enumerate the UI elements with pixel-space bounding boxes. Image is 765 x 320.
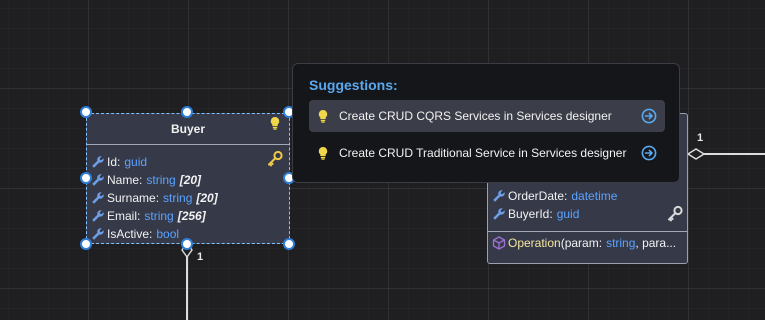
attribute-type: string [146,173,176,187]
order-operation-row[interactable]: Operation(param: string, para... [488,234,676,252]
arrow-circle-icon[interactable] [641,108,657,124]
cube-icon [492,236,506,250]
buyer-multiplicity-label: 1 [197,251,204,263]
order-attribute-row[interactable]: OrderDate: datetime [488,187,617,205]
buyer-attribute-row[interactable]: Surname: string [20] [87,189,289,207]
order-association-line[interactable] [703,153,765,155]
wrench-icon [493,208,505,220]
operation-param-name: param [564,236,599,250]
attribute-name: Email [107,209,138,223]
attribute-name: Name [107,173,140,187]
wrench-icon [92,156,104,168]
lightbulb-icon [318,110,328,123]
attribute-colon: : [149,227,153,241]
wrench-icon [92,192,104,204]
attribute-colon: : [137,209,141,223]
order-attribute-row[interactable]: BuyerId: guid [488,205,579,223]
attribute-colon: : [564,189,568,203]
attribute-name: Surname [107,191,156,205]
lightbulb-icon[interactable] [269,116,281,130]
attribute-type: string [144,209,174,223]
suggestion-label: Create CRUD CQRS Services in Services de… [339,109,612,123]
resize-handle-bottom-right[interactable] [283,238,295,250]
resize-handle-middle-left[interactable] [80,172,92,184]
wrench-icon [92,228,104,240]
suggestion-item[interactable]: Create CRUD CQRS Services in Services de… [309,100,665,132]
attribute-size: [20] [179,173,202,187]
buyer-attribute-list: Id: guid Name: string [20] Surname: stri… [87,145,289,243]
buyer-association-line[interactable] [186,250,188,320]
resize-handle-top-left[interactable] [80,106,92,118]
key-icon [268,150,283,167]
attribute-name: Id [107,155,118,169]
attribute-name: IsActive [107,227,150,241]
key-icon [668,205,683,222]
suggestions-popup: Suggestions: Create CRUD CQRS Services i… [292,63,680,183]
suggestions-title: Suggestions: [309,77,398,93]
buyer-attribute-row[interactable]: Email: string [256] [87,207,289,225]
operation-colon: : [598,236,603,250]
attribute-colon: : [549,207,553,221]
resize-handle-top-center[interactable] [181,106,193,118]
arrow-circle-icon[interactable] [641,145,657,161]
attribute-type: datetime [571,189,618,203]
resize-handle-bottom-left[interactable] [80,238,92,250]
suggestion-label: Create CRUD Traditional Service in Servi… [339,146,627,160]
attribute-colon: : [139,173,143,187]
buyer-attribute-row[interactable]: Name: string [20] [87,171,289,189]
attribute-size: [256] [177,209,206,223]
wrench-icon [493,190,505,202]
lightbulb-icon [318,147,328,160]
suggestion-item[interactable]: Create CRUD Traditional Service in Servi… [309,137,665,169]
resize-handle-bottom-center[interactable] [181,238,193,250]
wrench-icon [92,210,104,222]
attribute-type: guid [124,155,148,169]
buyer-title[interactable]: Buyer [87,114,289,145]
order-divider [488,231,687,232]
operation-param-type: string [606,236,636,250]
operation-name: Operation [508,236,561,250]
attribute-type: guid [556,207,580,221]
buyer-attribute-row[interactable]: Id: guid [87,153,289,171]
operation-rest: , para... [635,236,677,250]
attribute-colon: : [155,191,160,205]
attribute-name: BuyerId [508,207,550,221]
attribute-type: bool [156,227,180,241]
order-aggregation-diamond-icon [687,148,705,160]
order-multiplicity-label: 1 [697,132,704,144]
buyer-entity[interactable]: Buyer Id: guid Name: string [20] Surname… [86,113,290,244]
attribute-name: OrderDate [508,189,565,203]
attribute-type: string [163,191,193,205]
attribute-size: [20] [196,191,218,205]
wrench-icon [92,174,104,186]
attribute-colon: : [117,155,121,169]
